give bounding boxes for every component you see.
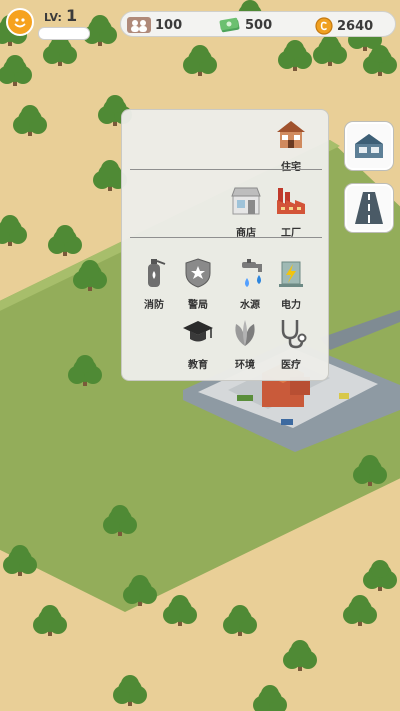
build-item-label: 医疗 bbox=[281, 360, 301, 371]
power-icon bbox=[279, 261, 303, 287]
building-icon bbox=[355, 134, 383, 158]
build-item-fire[interactable]: 消防 bbox=[131, 256, 177, 311]
level-progress-bar bbox=[38, 27, 90, 40]
build-item-education[interactable]: 教育 bbox=[175, 316, 221, 371]
stethoscope-icon bbox=[281, 320, 307, 349]
tab-building[interactable] bbox=[345, 122, 393, 170]
section-divider bbox=[130, 237, 322, 238]
build-item-power[interactable]: 电力 bbox=[268, 256, 314, 311]
build-item-police[interactable]: 警局 bbox=[175, 256, 221, 311]
coin-stat: 2640 bbox=[315, 17, 373, 35]
player-avatar-icon[interactable] bbox=[6, 8, 34, 36]
shop-icon bbox=[231, 187, 261, 215]
population-stat: 100 bbox=[127, 17, 182, 33]
section-divider bbox=[130, 169, 322, 170]
level-label: LV: bbox=[44, 11, 62, 24]
build-menu-panel: 住宅 商店 工厂 消防 警局 水源 电力 教育 环境 医疗 bbox=[121, 109, 329, 381]
build-item-shop[interactable]: 商店 bbox=[223, 184, 269, 239]
build-item-medical[interactable]: 医疗 bbox=[268, 316, 314, 371]
police-badge-icon bbox=[185, 258, 211, 288]
build-item-house[interactable]: 住宅 bbox=[268, 118, 314, 173]
level-value: 1 bbox=[66, 6, 78, 25]
coin-value: 2640 bbox=[337, 18, 374, 34]
house-icon bbox=[277, 121, 305, 148]
tab-road[interactable] bbox=[345, 184, 393, 232]
build-item-label: 住宅 bbox=[281, 162, 301, 173]
cash-value: 500 bbox=[245, 17, 273, 33]
build-item-factory[interactable]: 工厂 bbox=[268, 184, 314, 239]
coin-icon bbox=[315, 17, 333, 35]
graduation-cap-icon bbox=[183, 321, 213, 342]
build-item-label: 警局 bbox=[188, 300, 208, 311]
road-icon bbox=[355, 192, 383, 224]
build-item-label: 教育 bbox=[188, 360, 208, 371]
build-item-label: 消防 bbox=[144, 300, 164, 311]
population-icon bbox=[127, 17, 151, 33]
cash-stat: 500 bbox=[219, 17, 272, 33]
build-item-label: 环境 bbox=[235, 360, 255, 371]
build-item-label: 电力 bbox=[281, 300, 301, 311]
resource-bar: 100 500 2640 bbox=[120, 11, 396, 37]
leaf-icon bbox=[235, 320, 255, 346]
build-item-water[interactable]: 水源 bbox=[227, 256, 273, 311]
factory-icon bbox=[277, 188, 305, 214]
build-item-environment[interactable]: 环境 bbox=[222, 316, 268, 371]
fire-extinguisher-icon bbox=[148, 259, 166, 287]
cash-icon bbox=[219, 17, 240, 33]
build-item-label: 水源 bbox=[240, 300, 260, 311]
water-tap-icon bbox=[242, 259, 262, 287]
population-value: 100 bbox=[155, 17, 183, 33]
